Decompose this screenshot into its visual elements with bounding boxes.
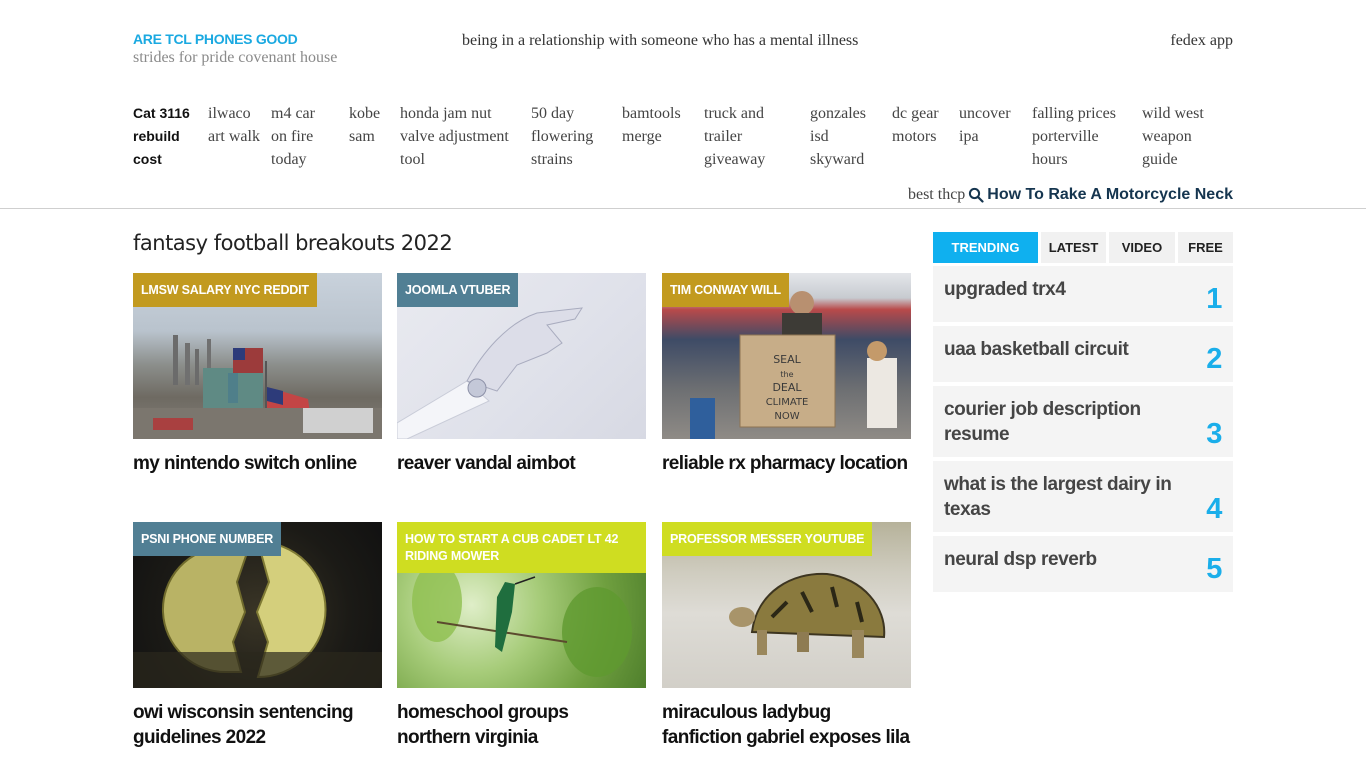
svg-text:the: the xyxy=(780,370,793,379)
trending-item[interactable]: uaa basketball circuit 2 xyxy=(933,326,1233,382)
section-title: fantasy football breakouts 2022 xyxy=(133,231,453,255)
card-image-refinery[interactable]: LMSW SALARY NYC REDDIT xyxy=(133,273,382,439)
trending-item-title: what is the largest dairy in texas xyxy=(944,474,1172,520)
trending-item[interactable]: courier job description resume 3 xyxy=(933,386,1233,457)
article-card: LMSW SALARY NYC REDDIT my nintendo switc… xyxy=(133,273,382,476)
trending-item-title: neural dsp reverb xyxy=(944,549,1097,570)
nav-item[interactable]: uncover ipa xyxy=(959,102,1021,148)
trending-item[interactable]: what is the largest dairy in texas 4 xyxy=(933,461,1233,532)
trending-rank: 2 xyxy=(1206,343,1222,375)
search-row: best thcp How To Rake A Motorcycle Neck xyxy=(908,186,1233,204)
svg-text:NOW: NOW xyxy=(774,411,799,422)
top-link-center[interactable]: being in a relationship with someone who… xyxy=(462,32,858,50)
card-title[interactable]: owi wisconsin sentencing guidelines 2022 xyxy=(133,700,382,750)
search-title-link[interactable]: How To Rake A Motorcycle Neck xyxy=(987,186,1233,204)
card-title[interactable]: homeschool groups northern virginia xyxy=(397,700,646,750)
card-title[interactable]: reliable rx pharmacy location xyxy=(662,451,911,476)
card-title[interactable]: miraculous ladybug fanfiction gabriel ex… xyxy=(662,700,911,750)
site-title-link[interactable]: ARE TCL PHONES GOOD xyxy=(133,31,298,47)
trending-item[interactable]: upgraded trx4 1 xyxy=(933,266,1233,322)
search-icon[interactable] xyxy=(968,187,984,203)
top-link-right[interactable]: fedex app xyxy=(1170,32,1233,50)
nav-item[interactable]: m4 car on fire today xyxy=(271,102,333,171)
site-tagline: strides for pride covenant house xyxy=(133,49,338,66)
trending-item-title: uaa basketball circuit xyxy=(944,339,1129,360)
nav-item[interactable]: bamtools merge xyxy=(622,102,692,148)
article-card: PROFESSOR MESSER YOUTUBE miraculous lady… xyxy=(662,522,911,750)
tab-trending[interactable]: TRENDING xyxy=(933,232,1038,263)
trending-rank: 4 xyxy=(1206,493,1222,525)
trending-sidebar: TRENDING LATEST VIDEO FREE upgraded trx4… xyxy=(933,232,1233,596)
card-tag[interactable]: PSNI PHONE NUMBER xyxy=(133,522,282,556)
header-divider xyxy=(0,208,1366,209)
svg-text:CLIMATE: CLIMATE xyxy=(766,397,809,408)
card-tag[interactable]: LMSW SALARY NYC REDDIT xyxy=(133,273,317,307)
trending-rank: 1 xyxy=(1206,283,1222,315)
card-image-protest[interactable]: SEAL the DEAL CLIMATE NOW TIM CONWAY WIL… xyxy=(662,273,911,439)
nav-item[interactable]: truck and trailer giveaway xyxy=(704,102,780,171)
card-tag[interactable]: PROFESSOR MESSER YOUTUBE xyxy=(662,522,873,556)
article-card: PSNI PHONE NUMBER owi wisconsin sentenci… xyxy=(133,522,382,750)
sidebar-tabs: TRENDING LATEST VIDEO FREE xyxy=(933,232,1233,263)
card-image-bitcoin[interactable]: PSNI PHONE NUMBER xyxy=(133,522,382,688)
nav-item[interactable]: ilwaco art walk xyxy=(208,102,260,148)
trending-item-title: upgraded trx4 xyxy=(944,279,1066,300)
svg-text:SEAL: SEAL xyxy=(773,353,801,366)
nav-item[interactable]: honda jam nut valve adjustment tool xyxy=(400,102,522,171)
card-tag[interactable]: TIM CONWAY WILL xyxy=(662,273,789,307)
article-card: HOW TO START A CUB CADET LT 42 RIDING MO… xyxy=(397,522,646,750)
card-tag[interactable]: HOW TO START A CUB CADET LT 42 RIDING MO… xyxy=(397,522,646,573)
article-card: SEAL the DEAL CLIMATE NOW TIM CONWAY WIL… xyxy=(662,273,911,476)
card-image-tortoise[interactable]: PROFESSOR MESSER YOUTUBE xyxy=(662,522,911,688)
trending-item[interactable]: neural dsp reverb 5 xyxy=(933,536,1233,592)
nav-item[interactable]: kobe sam xyxy=(349,102,389,148)
nav-item[interactable]: wild west weapon guide xyxy=(1142,102,1222,171)
tab-video[interactable]: VIDEO xyxy=(1109,232,1175,263)
main-nav: Cat 3116 rebuild cost ilwaco art walk m4… xyxy=(133,102,1233,174)
nav-item[interactable]: gonzales isd skyward xyxy=(810,102,878,171)
svg-text:DEAL: DEAL xyxy=(772,381,802,394)
article-card: JOOMLA VTUBER reaver vandal aimbot xyxy=(397,273,646,476)
trending-rank: 3 xyxy=(1206,418,1222,450)
card-title[interactable]: reaver vandal aimbot xyxy=(397,451,646,476)
trending-rank: 5 xyxy=(1206,553,1222,585)
site-header: ARE TCL PHONES GOOD strides for pride co… xyxy=(133,0,1233,208)
trending-list: upgraded trx4 1 uaa basketball circuit 2… xyxy=(933,266,1233,592)
card-image-robot-hand[interactable]: JOOMLA VTUBER xyxy=(397,273,646,439)
search-prefix-link[interactable]: best thcp xyxy=(908,186,965,204)
nav-item[interactable]: falling prices porterville hours xyxy=(1032,102,1132,171)
nav-item[interactable]: dc gear motors xyxy=(892,102,946,148)
card-title[interactable]: my nintendo switch online xyxy=(133,451,382,476)
nav-item[interactable]: Cat 3116 rebuild cost xyxy=(133,102,201,171)
card-tag[interactable]: JOOMLA VTUBER xyxy=(397,273,519,307)
card-image-hummingbird[interactable]: HOW TO START A CUB CADET LT 42 RIDING MO… xyxy=(397,522,646,688)
trending-item-title: courier job description resume xyxy=(944,399,1141,445)
tab-free[interactable]: FREE xyxy=(1178,232,1233,263)
tab-latest[interactable]: LATEST xyxy=(1041,232,1106,263)
nav-item[interactable]: 50 day flowering strains xyxy=(531,102,605,171)
